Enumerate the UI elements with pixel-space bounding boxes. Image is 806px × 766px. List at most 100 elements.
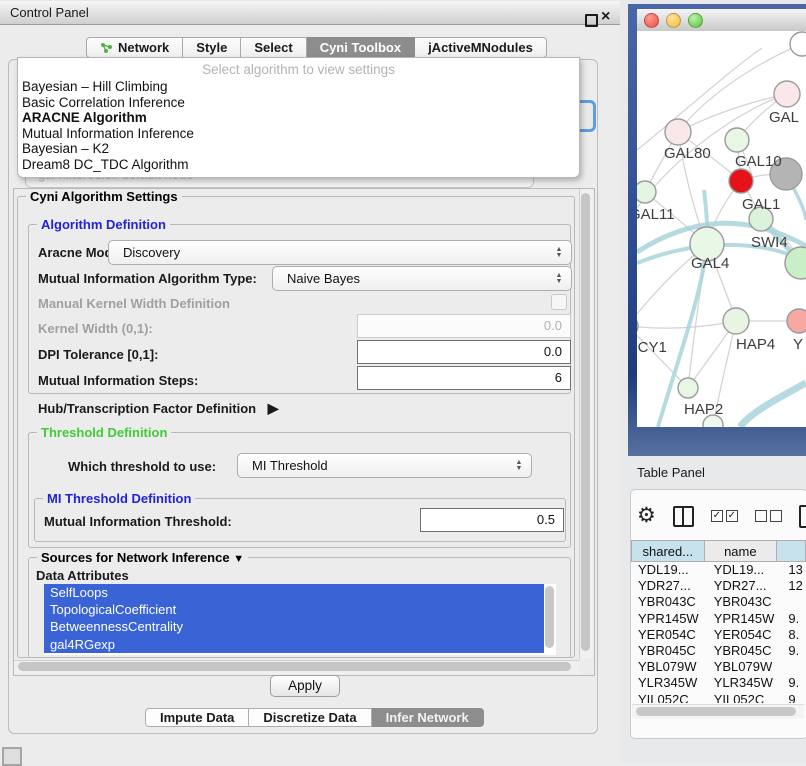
network-node-label: SWI4	[751, 234, 788, 251]
attribute-list-item[interactable]: BetweennessCentrality	[44, 618, 544, 635]
tab-network[interactable]: Network	[86, 37, 183, 58]
table-cell: YLR345W	[707, 675, 783, 691]
attributes-scrollbar-thumb[interactable]	[545, 586, 554, 648]
mi-steps-label: Mutual Information Steps:	[38, 373, 198, 388]
select-all-checkboxes-icon[interactable]: ✓ ✓	[711, 510, 738, 522]
table-row[interactable]: YBR043CYBR043C	[631, 594, 806, 610]
vertical-scrollbar-thumb[interactable]	[581, 193, 590, 651]
bottom-tab-infer-network[interactable]: Infer Network	[372, 708, 484, 727]
dropdown-prompt: Select algorithm to view settings	[18, 60, 579, 79]
tab-jactivemnodules[interactable]: jActiveMNodules	[415, 37, 547, 58]
table-row[interactable]: YER054CYER054C8.	[631, 627, 806, 643]
network-node-label: HAP2	[684, 401, 723, 418]
table-horizontal-scrollbar-thumb[interactable]	[636, 707, 796, 716]
network-node[interactable]	[729, 169, 753, 193]
table-cell: YBR043C	[707, 594, 783, 610]
table-row[interactable]: YBL079WYBL079W	[631, 659, 806, 675]
table-cell: 9	[782, 692, 806, 704]
table-cell: YBR043C	[631, 594, 707, 610]
which-threshold-value: MI Threshold	[238, 458, 511, 473]
mi-threshold-field[interactable]: 0.5	[420, 508, 564, 532]
close-icon[interactable]: ×	[601, 8, 610, 26]
dropdown-item[interactable]: Bayesian – Hill Climbing	[18, 79, 579, 95]
sources-group-title[interactable]: Sources for Network Inference ▼	[37, 550, 248, 565]
network-edge-highlighted[interactable]	[740, 383, 806, 427]
deselect-all-checkboxes-icon[interactable]	[755, 510, 782, 522]
network-node[interactable]	[774, 81, 800, 107]
network-node-label: GCY1	[637, 339, 667, 356]
table-header-row: shared... name	[631, 540, 806, 562]
table-cell: YDL19...	[631, 562, 707, 578]
mi-threshold-label: Mutual Information Threshold:	[44, 514, 232, 529]
table-row[interactable]: YPR145WYPR145W9.	[631, 611, 806, 627]
table-panel-toolbar: ⚙ ✓ ✓	[637, 502, 806, 530]
algorithm-dropdown-popup: Select algorithm to view settings Bayesi…	[17, 57, 580, 178]
document-icon[interactable]	[799, 505, 806, 528]
tab-select[interactable]: Select	[241, 37, 306, 58]
horizontal-scrollbar-thumb[interactable]	[18, 662, 571, 671]
network-node[interactable]	[678, 378, 698, 398]
stepper-arrows-icon: ▲▼	[551, 247, 571, 259]
dropdown-item[interactable]: ARACNE Algorithm	[18, 110, 579, 126]
dpi-tolerance-field[interactable]: 0.0	[357, 340, 571, 364]
table-row[interactable]: YDR27...YDR27...12	[631, 578, 806, 594]
table-cell: YBR045C	[631, 643, 707, 659]
manual-kernel-checkbox[interactable]	[551, 294, 567, 310]
expand-arrow-icon: ▶	[268, 400, 279, 416]
hub-definition-expander[interactable]: Hub/Transcription Factor Definition ▶	[38, 400, 279, 417]
aracne-mode-value: Discovery	[109, 245, 551, 260]
dropdown-item[interactable]: Mutual Information Inference	[18, 126, 579, 142]
minimize-traffic-light-icon[interactable]	[666, 13, 681, 28]
aracne-mode-combo[interactable]: Discovery ▲▼	[108, 240, 572, 265]
network-node[interactable]	[787, 309, 806, 333]
bottom-tab-impute-data[interactable]: Impute Data	[145, 708, 249, 727]
table-cell	[782, 594, 806, 610]
table-cell: 9.	[782, 611, 806, 627]
network-canvas[interactable]: GALGAL80GAL10GAL1GAL11SWI4GAL4GCY1HAP4YH…	[637, 31, 806, 427]
network-node[interactable]	[637, 181, 656, 203]
network-node[interactable]	[725, 128, 749, 152]
attribute-list-item[interactable]: SelfLoops	[44, 584, 544, 601]
split-columns-icon[interactable]	[673, 506, 694, 527]
network-node[interactable]	[637, 316, 638, 336]
tab-cyni-toolbox[interactable]: Cyni Toolbox	[307, 37, 415, 58]
network-window-titlebar[interactable]	[637, 9, 806, 32]
network-node[interactable]	[665, 119, 691, 145]
tab-style[interactable]: Style	[183, 37, 241, 58]
mi-steps-field[interactable]: 6	[357, 366, 571, 390]
collapse-arrow-icon: ▼	[233, 553, 244, 565]
mi-type-combo[interactable]: Naive Bayes ▲▼	[272, 266, 572, 291]
table-row[interactable]: YDL19...YDL19...13	[631, 562, 806, 578]
gear-icon[interactable]: ⚙	[637, 504, 656, 528]
bottom-tab-discretize-data[interactable]: Discretize Data	[249, 708, 371, 727]
network-edge[interactable]	[637, 321, 736, 328]
dropdown-item[interactable]: Dream8 DC_TDC Algorithm	[18, 157, 579, 173]
column-header-name[interactable]: name	[705, 540, 778, 562]
network-node-label: Y	[793, 336, 803, 353]
zoom-traffic-light-icon[interactable]	[688, 13, 703, 28]
table-cell: YIL052C	[631, 692, 707, 704]
table-row[interactable]: YIL052CYIL052C9	[631, 692, 806, 704]
column-header-partial[interactable]	[777, 540, 806, 562]
node-table[interactable]: shared... name YDL19...YDL19...13YDR27..…	[631, 540, 806, 703]
attribute-list-item[interactable]: gal4RGexp	[44, 636, 544, 653]
dropdown-item[interactable]: Bayesian – K2	[18, 141, 579, 157]
table-row[interactable]: YBR045CYBR045C9.	[631, 643, 806, 659]
apply-button[interactable]: Apply	[270, 675, 340, 697]
dropdown-item[interactable]: Basic Correlation Inference	[18, 95, 579, 111]
control-panel-title: Control Panel	[10, 5, 89, 20]
data-attributes-list[interactable]: SelfLoopsTopologicalCoefficientBetweenne…	[44, 584, 556, 655]
close-traffic-light-icon[interactable]	[644, 13, 659, 28]
network-node[interactable]	[790, 32, 806, 56]
table-cell: YER054C	[707, 627, 783, 643]
kernel-width-field[interactable]: 0.0	[357, 314, 571, 338]
column-header-shared[interactable]: shared...	[631, 540, 705, 562]
float-window-icon[interactable]	[585, 14, 598, 27]
which-threshold-combo[interactable]: MI Threshold ▲▼	[237, 453, 532, 478]
collapsed-panel-icon[interactable]	[2, 747, 22, 766]
table-cell: 9.	[782, 675, 806, 691]
table-cell: YBR045C	[707, 643, 783, 659]
attribute-list-item[interactable]: TopologicalCoefficient	[44, 601, 544, 618]
table-row[interactable]: YLR345WYLR345W9.	[631, 675, 806, 691]
network-node[interactable]	[723, 308, 749, 334]
